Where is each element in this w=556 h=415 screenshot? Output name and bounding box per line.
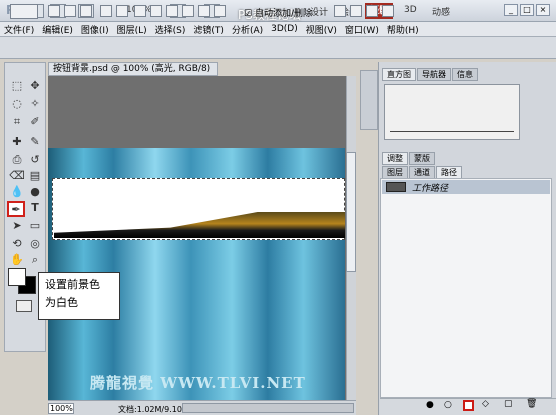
path-intersect-button[interactable] <box>366 5 378 17</box>
polygon-shape-button[interactable] <box>182 5 194 17</box>
magic-wand-icon[interactable]: ✧ <box>27 97 43 111</box>
horizontal-scrollbar[interactable] <box>182 403 354 413</box>
brush-tool-icon[interactable]: ✎ <box>27 135 43 149</box>
path-subtract-button[interactable] <box>350 5 362 17</box>
stroke-path-icon[interactable]: ○ <box>444 400 452 410</box>
document-info: 文档:1.02M/9.10M <box>118 405 189 414</box>
menu-image[interactable]: 图像(I) <box>81 23 109 36</box>
menu-view[interactable]: 视图(V) <box>306 23 337 36</box>
marquee-tool-icon[interactable]: ⬚ <box>9 79 25 93</box>
blur-tool-icon[interactable]: 💧 <box>9 185 25 199</box>
load-path-selection-icon[interactable] <box>463 400 474 411</box>
menu-window[interactable]: 窗口(W) <box>345 23 379 36</box>
custom-shape-button[interactable] <box>214 5 226 17</box>
work-path-icon[interactable]: ◇ <box>482 399 489 409</box>
3d-orbit-icon[interactable]: ◎ <box>27 237 43 251</box>
menu-edit[interactable]: 编辑(E) <box>42 23 73 36</box>
tab-info[interactable]: 信息 <box>452 68 478 81</box>
line-shape-button[interactable] <box>198 5 210 17</box>
paths-list <box>380 178 552 398</box>
fill-pixels-button[interactable] <box>80 5 92 17</box>
fill-path-icon[interactable]: ● <box>426 400 434 410</box>
crop-tool-icon[interactable]: ⌗ <box>9 115 25 129</box>
dodge-tool-icon[interactable]: ● <box>27 185 43 199</box>
histogram-baseline <box>390 131 514 132</box>
healing-tool-icon[interactable]: ✚ <box>9 135 25 149</box>
path-select-icon[interactable]: ➤ <box>9 219 25 233</box>
callout-line-2: 为白色 <box>45 296 78 309</box>
options-bar <box>0 37 556 59</box>
3d-rotate-icon[interactable]: ⟲ <box>9 237 25 251</box>
tab-navigator[interactable]: 导航器 <box>417 68 451 81</box>
panel-icon-strip[interactable] <box>360 70 378 130</box>
stamp-tool-icon[interactable]: ⎙ <box>9 153 25 167</box>
shape-layers-button[interactable] <box>48 5 60 17</box>
eraser-tool-icon[interactable]: ⌫ <box>9 169 25 183</box>
path-combine-button[interactable] <box>334 5 346 17</box>
vertical-scroll-thumb[interactable] <box>346 152 356 272</box>
instruction-callout: 设置前景色 为白色 <box>38 272 120 320</box>
paths-mode-button[interactable] <box>64 5 76 17</box>
menu-select[interactable]: 选择(S) <box>155 23 186 36</box>
path-label: 工作路径 <box>412 184 449 194</box>
path-row[interactable] <box>382 180 550 194</box>
pen-option-button[interactable] <box>100 5 112 17</box>
rectangle-shape-button[interactable] <box>134 5 146 17</box>
rounded-rectangle-button[interactable] <box>150 5 162 17</box>
hand-tool-icon[interactable]: ✋ <box>9 253 25 267</box>
type-tool-icon[interactable]: T <box>27 201 43 215</box>
menu-bar: 文件(F) 编辑(E) 图像(I) 图层(L) 选择(S) 滤镜(T) 分析(A… <box>0 22 556 37</box>
top-panel-tabs: 直方图 导航器 信息 <box>382 68 479 81</box>
freeform-pen-button[interactable] <box>116 5 128 17</box>
path-thumbnail <box>386 182 406 192</box>
menu-analysis[interactable]: 分析(A) <box>232 23 263 36</box>
delete-path-icon[interactable]: 🗑 <box>526 399 537 409</box>
pen-tool-icon[interactable]: ✒ <box>7 201 25 217</box>
watermark-text: 腾龍視覺 WWW.TLVI.NET <box>90 374 306 392</box>
menu-help[interactable]: 帮助(H) <box>387 23 419 36</box>
new-path-icon[interactable]: ▢ <box>504 399 513 409</box>
ellipse-shape-button[interactable] <box>166 5 178 17</box>
gradient-tool-icon[interactable]: ▤ <box>27 169 43 183</box>
quick-mask-icon[interactable] <box>16 300 32 312</box>
menu-layer[interactable]: 图层(L) <box>117 23 147 36</box>
tab-masks[interactable]: 蒙版 <box>409 152 435 165</box>
workspace-3d[interactable]: 3D <box>404 5 417 15</box>
move-tool-icon[interactable]: ✥ <box>27 79 43 93</box>
callout-line-1: 设置前景色 <box>45 278 100 291</box>
tab-adjustments[interactable]: 调整 <box>382 152 408 165</box>
history-brush-icon[interactable]: ↺ <box>27 153 43 167</box>
close-button[interactable]: × <box>536 4 550 16</box>
foreground-color-swatch[interactable] <box>8 268 26 286</box>
tab-histogram[interactable]: 直方图 <box>382 68 416 81</box>
zoom-field[interactable]: 100% <box>48 403 74 414</box>
eyedropper-tool-icon[interactable]: ✐ <box>27 115 43 129</box>
minimize-button[interactable]: _ <box>504 4 518 16</box>
lasso-tool-icon[interactable]: ◌ <box>9 97 25 111</box>
tool-preset-picker[interactable] <box>10 4 38 19</box>
workspace-design[interactable]: 设计 <box>310 5 328 18</box>
path-exclude-button[interactable] <box>382 5 394 17</box>
menu-filter[interactable]: 滤镜(T) <box>193 23 224 36</box>
workspace-motion[interactable]: 动感 <box>432 5 450 18</box>
auto-add-delete-label: 自动添加/删除 <box>254 9 312 19</box>
menu-3d[interactable]: 3D(D) <box>271 24 298 34</box>
zoom-tool-icon[interactable]: ⌕ <box>27 253 43 267</box>
menu-file[interactable]: 文件(F) <box>4 23 34 36</box>
maximize-button[interactable]: □ <box>520 4 534 16</box>
mid-panel-tabs: 调整 蒙版 <box>382 152 436 165</box>
shape-tool-icon[interactable]: ▭ <box>27 219 43 233</box>
document-tab[interactable]: 按钮背景.psd @ 100% (高光, RGB/8) * × <box>48 62 218 86</box>
auto-add-delete-checkbox[interactable]: ☑ 自动添加/删除 <box>244 6 312 19</box>
